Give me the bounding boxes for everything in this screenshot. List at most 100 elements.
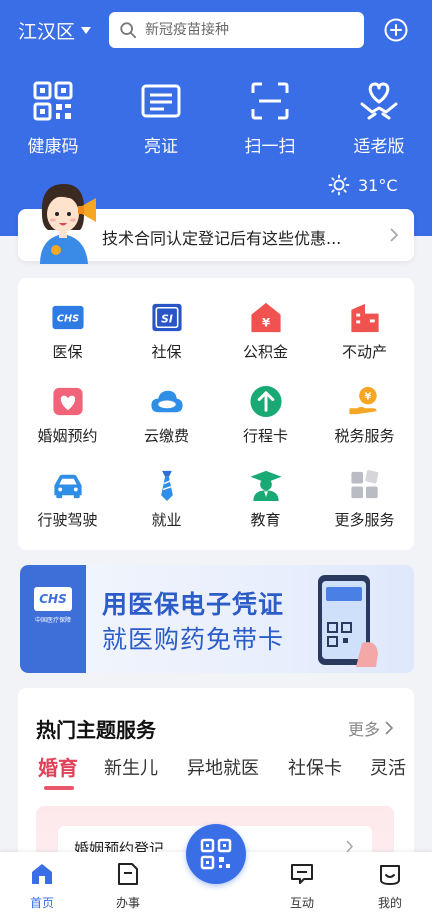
social-security-icon: SI [151,303,182,332]
chat-icon [291,864,313,884]
nav-label: 互动 [289,896,314,910]
notice-text: 技术合同认定登记后有这些优惠... [102,229,342,248]
quick-actions: 健康码 亮证 扫一扫 适老版 [0,80,432,160]
education-icon [249,470,282,502]
service-label: 行驶驾驶 [37,511,98,529]
nav-label: 我的 [377,896,402,910]
svg-text:CHS: CHS [56,313,78,324]
service-trip-card[interactable]: 行程卡 [216,362,315,446]
weather: 31°C [328,174,398,196]
sun-icon [328,174,350,196]
profile-icon [380,865,400,885]
service-label: 税务服务 [334,427,395,445]
service-label: 行程卡 [242,427,288,445]
quick-show-id[interactable]: 亮证 [116,80,206,157]
service-tax[interactable]: ¥ 税务服务 [315,362,414,446]
promo-banner[interactable]: CHS 中国医疗保障 用医保电子凭证 就医购药免带卡 [20,565,414,673]
section-title: 热门主题服务 [36,718,156,742]
tab-marriage[interactable]: 婚育 [38,752,78,781]
topic-tabs: 婚育 新生儿 异地就医 社保卡 灵活 [36,752,414,792]
service-label: 婚姻预约 [37,427,98,445]
more-label: 更多 [347,720,380,739]
chevron-right-icon [390,228,399,242]
svg-text:SI: SI [161,312,173,325]
active-tab-indicator [44,786,74,790]
more-grid-icon [350,470,378,499]
trip-card-icon [249,385,282,418]
document-icon [118,863,138,885]
quick-label: 扫一扫 [244,137,296,157]
marriage-icon [52,387,83,416]
svg-text:¥: ¥ [261,315,269,329]
nav-label: 首页 [29,896,54,910]
tab-newborn[interactable]: 新生儿 [104,754,158,780]
service-label: 社保 [151,343,182,361]
more-link[interactable]: 更多 [348,716,394,740]
housing-fund-icon: ¥ [250,302,281,333]
qrcode-icon [200,838,232,870]
service-cloud-payment[interactable]: 云缴费 [117,362,216,446]
service-label: 就业 [151,511,182,529]
top-bar: 江汉区 [0,0,432,62]
city-label: 江汉区 [18,21,76,43]
add-icon[interactable] [384,18,408,42]
service-label: 教育 [250,511,281,529]
car-icon [53,474,82,499]
chs-logo-text: CHS [34,587,72,611]
quick-label: 亮证 [144,137,178,157]
service-label: 更多服务 [334,511,395,529]
quick-scan[interactable]: 扫一扫 [225,80,315,157]
service-more[interactable]: 更多服务 [315,446,414,530]
nav-services[interactable]: 办事 [98,862,158,911]
service-driving[interactable]: 行驶驾驶 [18,446,117,530]
center-qrcode-button[interactable] [186,824,246,884]
real-estate-icon [350,303,379,333]
service-label: 云缴费 [143,427,189,445]
service-real-estate[interactable]: 不动产 [315,278,414,362]
id-card-icon [141,84,181,118]
search-bar[interactable] [109,12,364,48]
service-social-security[interactable]: SI 社保 [117,278,216,362]
elderly-heart-icon [360,82,398,120]
tab-remote-medical[interactable]: 异地就医 [187,754,259,780]
search-icon [120,22,137,39]
employment-tie-icon [160,470,173,502]
service-label: 公积金 [242,343,288,361]
home-icon [32,864,52,884]
nav-label: 办事 [115,896,140,910]
service-education[interactable]: 教育 [216,446,315,530]
service-employment[interactable]: 就业 [117,446,216,530]
qrcode-icon [33,81,73,121]
nav-profile[interactable]: 我的 [360,862,420,911]
chevron-right-icon [385,721,394,735]
services-grid: CHS 医保 SI 社保 ¥ 公积金 不动产 婚姻预约 云缴费 行程卡 ¥ 税务… [18,278,414,550]
tab-social-card[interactable]: 社保卡 [288,754,342,780]
service-label: 不动产 [341,343,387,361]
phone-qrcode-illustration [318,575,378,667]
tax-icon: ¥ [348,386,377,415]
service-housing-fund[interactable]: ¥ 公积金 [216,278,315,362]
chs-logo-subtitle: 中国医疗保障 [34,617,71,624]
svg-text:¥: ¥ [364,392,371,403]
quick-label: 适老版 [353,137,405,157]
service-marriage[interactable]: 婚姻预约 [18,362,117,446]
tab-flexible[interactable]: 灵活 [370,754,406,780]
caret-down-icon [81,27,92,34]
chs-medical-insurance-icon: CHS [51,305,84,330]
quick-health-code[interactable]: 健康码 [8,80,98,157]
service-medical-insurance[interactable]: CHS 医保 [18,278,117,362]
nav-interact[interactable]: 互动 [272,862,332,911]
nav-home[interactable]: 首页 [12,862,72,911]
quick-elderly-mode[interactable]: 适老版 [334,80,424,157]
quick-label: 健康码 [27,137,79,157]
chs-logo: CHS 中国医疗保障 [20,565,86,673]
service-label: 医保 [52,343,83,361]
cloud-payment-icon [150,390,183,413]
temperature: 31°C [358,175,398,195]
search-input[interactable] [145,22,345,38]
mascot-illustration [40,184,96,264]
city-selector[interactable]: 江汉区 [18,17,92,44]
banner-subheadline: 就医购药免带卡 [102,625,285,654]
banner-headline: 用医保电子凭证 [102,590,285,619]
scan-icon [251,82,289,120]
